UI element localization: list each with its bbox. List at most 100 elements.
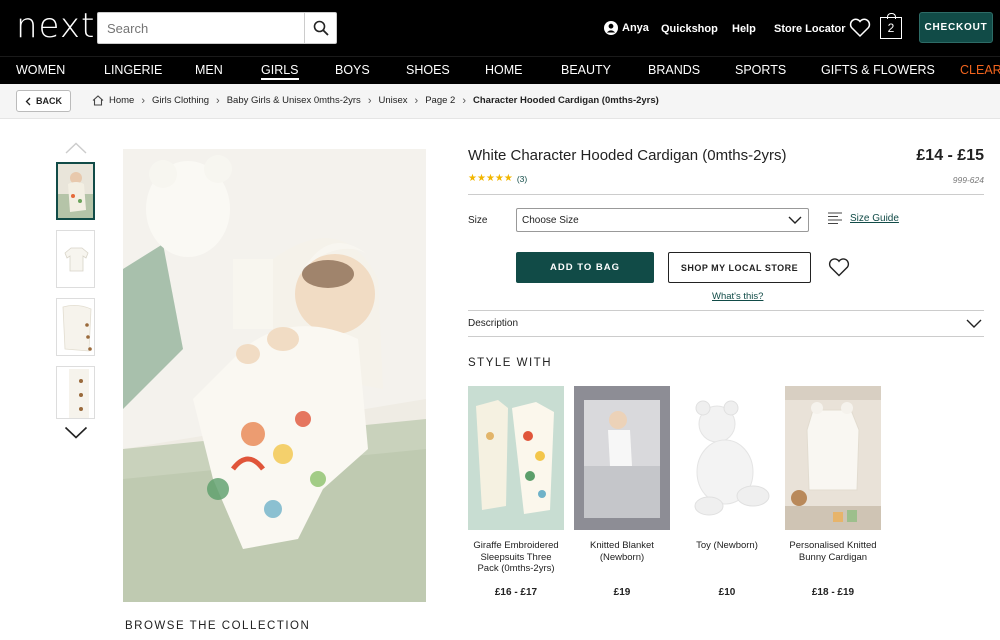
style-with-item[interactable]: Personalised Knitted Bunny Cardigan £18 … bbox=[785, 386, 881, 598]
whats-this-link[interactable]: What's this? bbox=[712, 291, 763, 302]
product-sku: 999-624 bbox=[952, 175, 984, 185]
divider bbox=[468, 194, 984, 195]
size-guide-link[interactable]: Size Guide bbox=[828, 212, 899, 224]
thumbnail-image bbox=[57, 299, 94, 355]
style-with-image bbox=[785, 386, 881, 530]
style-with-heading: STYLE WITH bbox=[468, 357, 553, 369]
style-with-price: £18 - £19 bbox=[811, 587, 855, 598]
thumbnail-2[interactable] bbox=[56, 230, 95, 288]
nav-brands[interactable]: BRANDS bbox=[648, 63, 700, 77]
star-icon: ★ bbox=[476, 173, 486, 184]
thumbnail-1[interactable] bbox=[56, 162, 95, 220]
nav-men[interactable]: MEN bbox=[195, 63, 223, 77]
chevron-right-icon: › bbox=[367, 94, 372, 107]
shopping-bag-button[interactable]: 2 bbox=[880, 13, 902, 39]
thumbnail-image bbox=[58, 164, 93, 218]
star-icon: ★ bbox=[503, 173, 513, 184]
description-toggle[interactable]: Description bbox=[468, 318, 518, 329]
main-nav: WOMEN LINGERIE MEN GIRLS BOYS SHOES HOME… bbox=[0, 56, 1000, 84]
nav-clearance[interactable]: CLEARA bbox=[960, 63, 1000, 77]
search-input[interactable] bbox=[98, 13, 304, 43]
main-product-image[interactable] bbox=[123, 149, 426, 602]
breadcrumb: Home › Girls Clothing › Baby Girls & Uni… bbox=[92, 95, 659, 106]
nav-shoes[interactable]: SHOES bbox=[406, 63, 450, 77]
style-with-image bbox=[574, 386, 670, 530]
style-with-name: Toy (Newborn) bbox=[696, 540, 758, 551]
home-icon bbox=[92, 95, 104, 106]
search-button[interactable] bbox=[304, 13, 336, 43]
size-guide-label: Size Guide bbox=[850, 212, 899, 224]
size-select[interactable]: Choose Size bbox=[516, 208, 809, 232]
style-with-price: £10 bbox=[718, 587, 736, 598]
browse-collection-heading: BROWSE THE COLLECTION bbox=[125, 620, 311, 632]
chevron-right-icon: › bbox=[216, 94, 220, 107]
chevron-right-icon: › bbox=[414, 94, 419, 107]
thumbnail-4[interactable] bbox=[56, 366, 95, 419]
bag-count: 2 bbox=[887, 21, 895, 35]
product-price: £14 - £15 bbox=[916, 147, 984, 164]
star-icon: ★ bbox=[494, 173, 504, 184]
crumb-page-2[interactable]: Page 2 bbox=[425, 95, 455, 106]
nav-home[interactable]: HOME bbox=[485, 63, 523, 77]
chevron-down-icon[interactable] bbox=[64, 426, 88, 439]
crumb-current: Character Hooded Cardigan (0mths-2yrs) bbox=[473, 95, 659, 106]
chevron-down-icon[interactable] bbox=[966, 317, 982, 329]
chevron-left-icon bbox=[25, 97, 31, 105]
checkout-button[interactable]: CHECKOUT bbox=[919, 12, 993, 43]
style-with-item[interactable]: Toy (Newborn) £10 bbox=[679, 386, 775, 598]
baby-in-cardigan-photo bbox=[123, 149, 426, 602]
thumbnail-image bbox=[57, 231, 94, 287]
account-link[interactable]: Anya bbox=[604, 21, 649, 35]
style-with-price: £16 - £17 bbox=[494, 587, 538, 598]
product-title: White Character Hooded Cardigan (0mths-2… bbox=[468, 147, 787, 164]
top-bar: next Anya Quickshop Help Store Locator 2… bbox=[0, 0, 1000, 56]
nav-girls[interactable]: GIRLS bbox=[261, 63, 299, 80]
size-label: Size bbox=[468, 215, 488, 226]
divider bbox=[468, 310, 984, 311]
crumb-home[interactable]: Home bbox=[109, 95, 134, 106]
account-name: Anya bbox=[622, 22, 649, 34]
rating[interactable]: ★ ★ ★ ★ ★ (3) bbox=[468, 173, 527, 184]
review-count[interactable]: (3) bbox=[517, 174, 527, 184]
chevron-up-icon[interactable] bbox=[65, 142, 87, 154]
nav-women[interactable]: WOMEN bbox=[16, 63, 65, 77]
nav-lingerie[interactable]: LINGERIE bbox=[104, 63, 162, 77]
nav-boys[interactable]: BOYS bbox=[335, 63, 370, 77]
star-icon: ★ bbox=[468, 173, 477, 184]
style-with-name: Personalised Knitted Bunny Cardigan bbox=[789, 540, 877, 563]
back-label: BACK bbox=[36, 96, 62, 106]
add-to-bag-button[interactable]: ADD TO BAG bbox=[516, 252, 654, 283]
size-select-value: Choose Size bbox=[522, 214, 579, 226]
crumb-unisex[interactable]: Unisex bbox=[378, 95, 407, 106]
add-to-favourites-heart-icon[interactable] bbox=[828, 258, 850, 277]
breadcrumb-bar: BACK Home › Girls Clothing › Baby Girls … bbox=[0, 84, 1000, 119]
shop-local-store-button[interactable]: SHOP MY LOCAL STORE bbox=[668, 252, 811, 283]
chevron-down-icon bbox=[788, 216, 802, 224]
style-with-name: Giraffe Embroidered Sleepsuits Three Pac… bbox=[473, 540, 559, 574]
help-link[interactable]: Help bbox=[732, 23, 756, 35]
style-with-item[interactable]: Giraffe Embroidered Sleepsuits Three Pac… bbox=[468, 386, 564, 598]
style-with-item[interactable]: Knitted Blanket (Newborn) £19 bbox=[574, 386, 670, 598]
store-locator-link[interactable]: Store Locator bbox=[774, 23, 846, 35]
quickshop-link[interactable]: Quickshop bbox=[661, 23, 718, 35]
chevron-right-icon: › bbox=[141, 94, 146, 107]
style-with-image bbox=[679, 386, 775, 530]
size-guide-icon bbox=[828, 212, 842, 224]
nav-beauty[interactable]: BEAUTY bbox=[561, 63, 611, 77]
nav-gifts-flowers[interactable]: GIFTS & FLOWERS bbox=[821, 63, 935, 77]
crumb-girls-clothing[interactable]: Girls Clothing bbox=[152, 95, 209, 106]
style-with-image bbox=[468, 386, 564, 530]
thumbnail-3[interactable] bbox=[56, 298, 95, 356]
search-box bbox=[97, 12, 337, 44]
star-icon: ★ bbox=[485, 173, 495, 184]
user-icon bbox=[604, 21, 618, 35]
style-with-price: £19 bbox=[613, 587, 631, 598]
style-with-name: Knitted Blanket (Newborn) bbox=[590, 540, 654, 563]
next-logo[interactable]: next bbox=[16, 8, 95, 44]
nav-sports[interactable]: SPORTS bbox=[735, 63, 786, 77]
favourites-heart-icon[interactable] bbox=[849, 18, 871, 38]
thumbnail-image bbox=[57, 367, 94, 418]
back-button[interactable]: BACK bbox=[16, 90, 71, 112]
crumb-baby-girls[interactable]: Baby Girls & Unisex 0mths-2yrs bbox=[227, 95, 361, 106]
divider bbox=[468, 336, 984, 337]
